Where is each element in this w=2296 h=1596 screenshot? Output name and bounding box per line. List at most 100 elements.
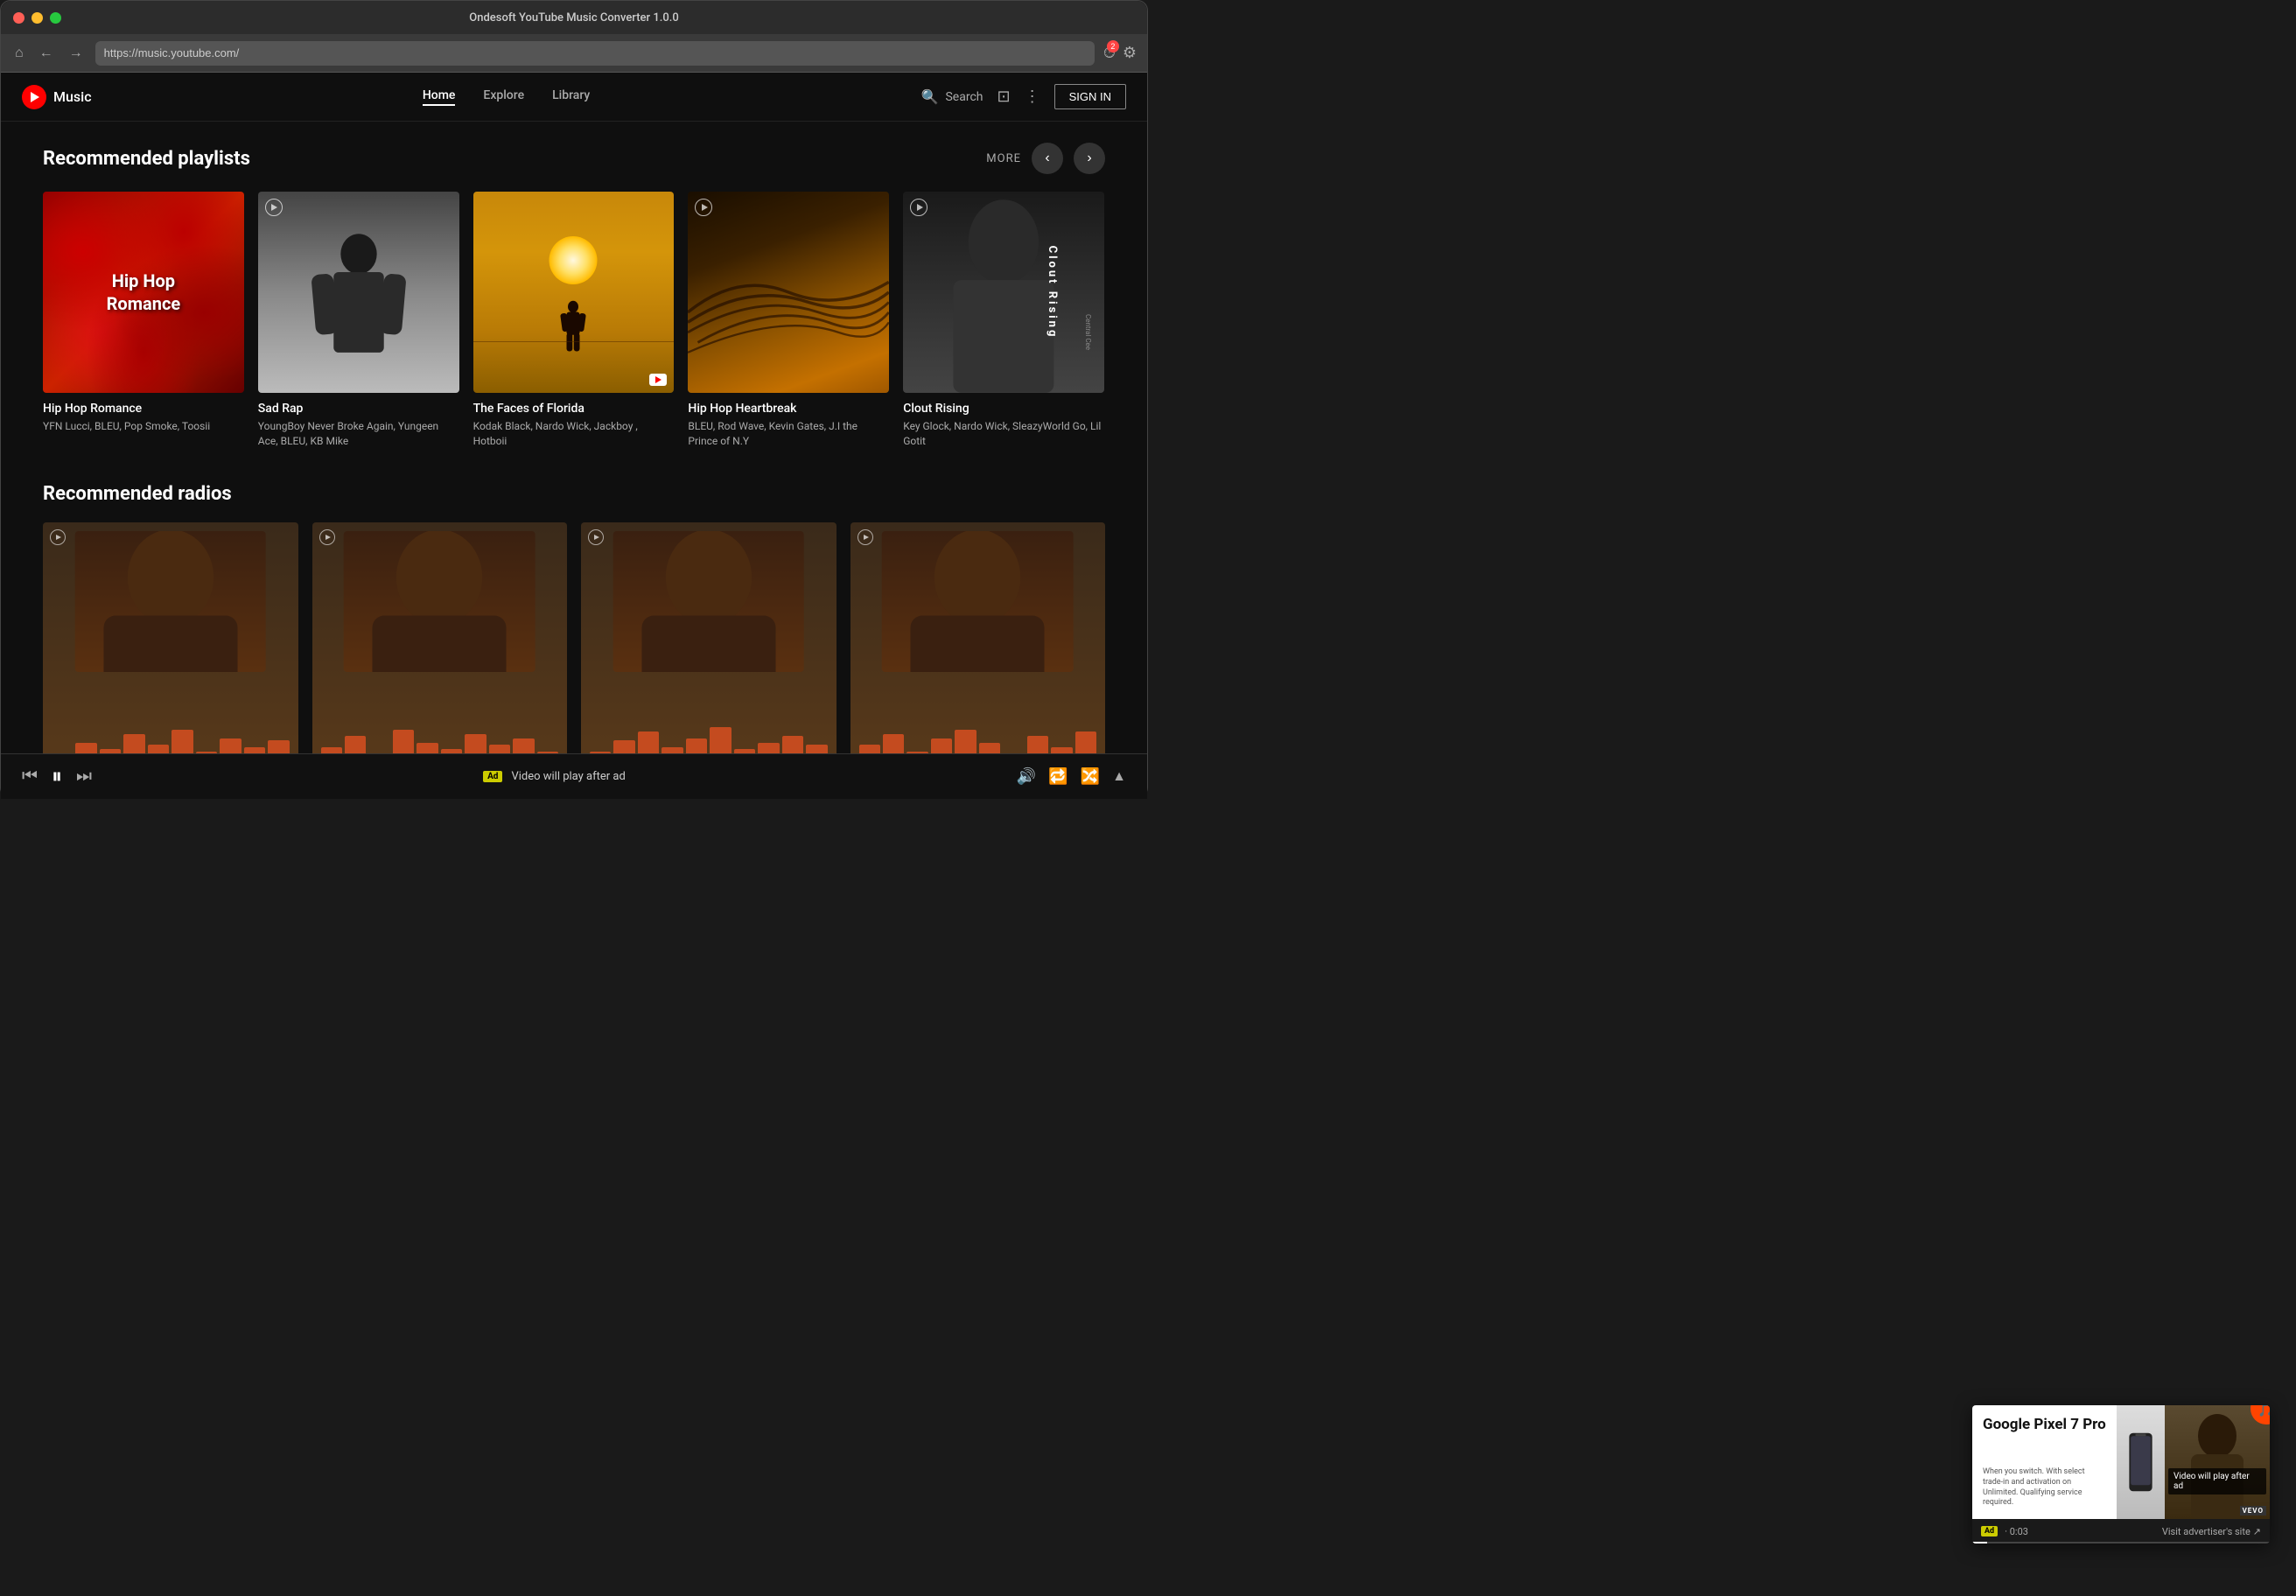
maximize-button[interactable]: [50, 12, 61, 24]
bar: [1051, 747, 1072, 753]
search-area[interactable]: 🔍 Search: [921, 88, 984, 105]
fence-line: [473, 341, 675, 342]
yt-nav-right: 🔍 Search ⊡ ⋮ SIGN IN: [921, 84, 1126, 109]
radio-card-1[interactable]: [43, 522, 298, 753]
clout-bg: Clout Rising Central Cee: [903, 192, 1104, 393]
heartbreak-bg: [688, 192, 889, 393]
bar: [393, 730, 414, 753]
nav-library[interactable]: Library: [552, 88, 590, 106]
title-bar: Ondesoft YouTube Music Converter 1.0.0: [1, 1, 1147, 34]
history-badge: 2: [1107, 40, 1119, 52]
more-button[interactable]: MORE: [986, 152, 1021, 165]
bar: [931, 738, 952, 753]
radio-play-icon-4: [858, 529, 873, 545]
player-right: 🔊 🔁 🔀 ▲: [1017, 767, 1126, 786]
radio-card-3[interactable]: [581, 522, 836, 753]
bar: [686, 738, 707, 753]
yt-logo-text: Music: [53, 88, 92, 105]
bar: [883, 734, 904, 753]
player-ad-badge: Ad: [483, 771, 502, 782]
bar: [955, 730, 976, 753]
playlists-section-header: Recommended playlists MORE ‹ ›: [43, 143, 1105, 174]
bar: [1075, 732, 1096, 753]
playlist-artists-2: YoungBoy Never Broke Again, Yungeen Ace,…: [258, 419, 459, 449]
florida-figure: [560, 300, 586, 356]
playlist-thumb-3: [473, 192, 675, 393]
radio-card-4[interactable]: [850, 522, 1106, 753]
hip-hop-thumb-bg: Hip HopRomance: [43, 192, 244, 393]
playlist-name-4: Hip Hop Heartbreak: [688, 402, 889, 416]
bar: [148, 745, 169, 753]
next-arrow[interactable]: ›: [1074, 143, 1105, 174]
sad-rap-play-icon: [265, 199, 283, 216]
playlist-card-hip-hop-romance[interactable]: Hip HopRomance Hip Hop Romance YFN Lucci…: [43, 192, 244, 448]
bar: [123, 734, 144, 753]
playlist-artists-3: Kodak Black, Nardo Wick, Jackboy , Hotbo…: [473, 419, 675, 449]
radio-grid: [43, 522, 1105, 753]
bar: [638, 732, 659, 753]
browser-bar: ⌂ ← → ⏱ 2 ⚙: [1, 34, 1147, 73]
yt-logo-icon: [22, 85, 46, 109]
clout-figure: [903, 192, 1104, 393]
bar: [662, 747, 682, 753]
playlist-thumb-2: [258, 192, 459, 393]
search-label: Search: [945, 90, 983, 104]
skip-forward-button[interactable]: ⏭: [76, 766, 92, 787]
playlist-thumb-4: [688, 192, 889, 393]
radio-card-2[interactable]: [312, 522, 568, 753]
shuffle-button[interactable]: 🔀: [1081, 767, 1100, 786]
playlist-card-sad-rap[interactable]: Sad Rap YoungBoy Never Broke Again, Yung…: [258, 192, 459, 448]
bar: [513, 738, 534, 753]
settings-button[interactable]: ⚙: [1123, 44, 1137, 62]
forward-button[interactable]: →: [66, 42, 87, 65]
close-button[interactable]: [13, 12, 24, 24]
bar: [416, 743, 438, 753]
prev-arrow[interactable]: ‹: [1032, 143, 1063, 174]
bar: [465, 734, 486, 753]
heartbreak-texture: [688, 192, 889, 393]
playlist-card-clout[interactable]: Clout Rising Central Cee Clout Rising Ke…: [903, 192, 1104, 448]
skip-back-button[interactable]: ⏮: [22, 766, 38, 787]
radio-waveform-1: [52, 725, 290, 753]
nav-home[interactable]: Home: [423, 88, 456, 106]
more-options-button[interactable]: ⋮: [1025, 88, 1040, 106]
nav-explore[interactable]: Explore: [483, 88, 524, 106]
traffic-lights: [13, 12, 61, 24]
playlist-thumb-5: Clout Rising Central Cee: [903, 192, 1104, 393]
back-button[interactable]: ←: [36, 42, 57, 65]
central-cee-label: Central Cee: [1084, 314, 1092, 350]
playlist-card-heartbreak[interactable]: Hip Hop Heartbreak BLEU, Rod Wave, Kevin…: [688, 192, 889, 448]
radios-title: Recommended radios: [43, 483, 232, 505]
sign-in-button[interactable]: SIGN IN: [1054, 84, 1126, 109]
bar: [220, 738, 241, 753]
yt-music-logo[interactable]: Music: [22, 85, 92, 109]
expand-player-button[interactable]: ▲: [1112, 769, 1126, 785]
radio-waveform-4: [859, 725, 1097, 753]
playlist-name-2: Sad Rap: [258, 402, 459, 416]
playlist-name-3: The Faces of Florida: [473, 402, 675, 416]
playlists-title: Recommended playlists: [43, 148, 250, 170]
radio-waveform-3: [590, 725, 828, 753]
bar: [613, 740, 634, 753]
minimize-button[interactable]: [32, 12, 43, 24]
cast-button[interactable]: ⊡: [998, 88, 1011, 106]
bar: [75, 743, 96, 753]
address-bar[interactable]: [95, 41, 1095, 66]
radio-play-icon-2: [319, 529, 335, 545]
playlist-grid: Hip HopRomance Hip Hop Romance YFN Lucci…: [43, 192, 1105, 448]
sun: [550, 236, 598, 284]
sad-rap-silhouette: [304, 232, 414, 393]
repeat-button[interactable]: 🔁: [1048, 767, 1068, 786]
radio-play-icon-1: [50, 529, 66, 545]
playlists-controls: MORE ‹ ›: [986, 143, 1105, 174]
playlist-name-5: Clout Rising: [903, 402, 1104, 416]
playlist-card-florida[interactable]: The Faces of Florida Kodak Black, Nardo …: [473, 192, 675, 448]
home-button[interactable]: ⌂: [11, 42, 27, 65]
pause-button[interactable]: ⏸: [52, 765, 62, 789]
radios-section-header: Recommended radios: [43, 483, 1105, 505]
history-button[interactable]: ⏱ 2: [1103, 44, 1116, 62]
radio-face-1: [74, 531, 266, 671]
player-center: Ad Video will play after ad: [92, 770, 1017, 783]
florida-bg: [473, 192, 675, 393]
volume-button[interactable]: 🔊: [1017, 767, 1036, 786]
